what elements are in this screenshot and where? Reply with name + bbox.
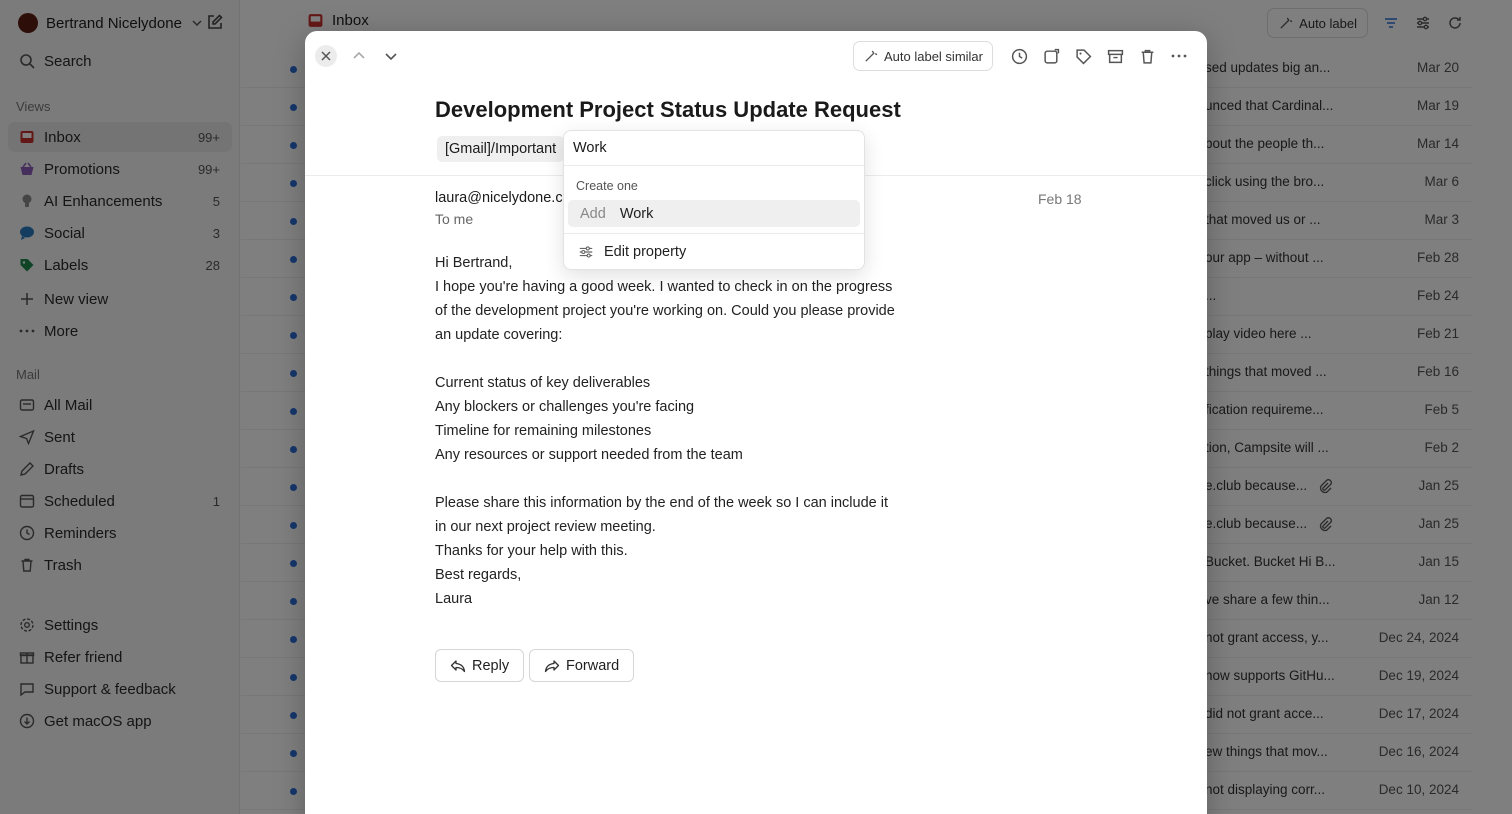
body-line: Laura xyxy=(435,591,473,607)
email-date: Feb 18 xyxy=(1038,191,1082,207)
email-subject: Development Project Status Update Reques… xyxy=(435,97,901,122)
create-heading: Create one xyxy=(576,179,638,193)
edit-property-option[interactable]: Edit property xyxy=(578,244,686,260)
reply-button[interactable]: Reply xyxy=(435,649,525,682)
auto-label-similar-button[interactable]: Auto label similar xyxy=(853,41,993,71)
body-line: an update covering: xyxy=(435,327,563,343)
magic-wand-icon xyxy=(865,50,878,62)
trash-icon xyxy=(1141,49,1153,64)
more-actions-button[interactable] xyxy=(1169,46,1189,66)
body-line: Any blockers or challenges you're facing xyxy=(435,399,695,415)
next-email-button[interactable] xyxy=(382,47,400,65)
reply-label: Reply xyxy=(472,657,510,674)
popover-divider xyxy=(564,233,864,234)
add-label-option[interactable]: Add Work xyxy=(568,200,860,227)
delete-button[interactable] xyxy=(1137,46,1157,66)
forward-icon xyxy=(544,659,560,672)
forward-label: Forward xyxy=(566,657,620,674)
label-popover: Work Create one Add Work Edit property xyxy=(563,130,865,270)
move-to-icon xyxy=(1043,48,1059,64)
sliders-icon xyxy=(579,246,593,258)
new-label-name: Work xyxy=(619,205,654,222)
label-chip[interactable]: [Gmail]/Important xyxy=(437,136,565,162)
popover-divider xyxy=(564,165,864,166)
previous-email-button[interactable] xyxy=(350,47,368,65)
reply-icon xyxy=(450,659,466,672)
auto-label-similar-text: Auto label similar xyxy=(884,48,983,64)
label-button[interactable] xyxy=(1073,46,1093,66)
body-line: I hope you're having a good week. I want… xyxy=(435,279,893,295)
body-line: in our next project review meeting. xyxy=(435,519,656,535)
archive-button[interactable] xyxy=(1105,46,1125,66)
body-line: Best regards, xyxy=(435,567,522,583)
body-line: Any resources or support needed from the… xyxy=(435,447,743,463)
body-line: Thanks for your help with this. xyxy=(435,543,628,559)
snooze-button[interactable] xyxy=(1009,46,1029,66)
body-line: Please share this information by the end… xyxy=(435,495,888,511)
more-dots-icon xyxy=(1171,54,1187,58)
body-line: Timeline for remaining milestones xyxy=(435,423,652,439)
body-line: Hi Bertrand, xyxy=(435,255,513,271)
tag-icon xyxy=(1075,48,1091,64)
clock-icon xyxy=(1011,48,1027,64)
forward-button[interactable]: Forward xyxy=(529,649,635,682)
close-icon xyxy=(321,51,331,61)
body-line: of the development project you're workin… xyxy=(435,303,895,319)
archive-icon xyxy=(1107,49,1123,63)
body-line: Current status of key deliverables xyxy=(435,375,651,391)
move-button[interactable] xyxy=(1041,46,1061,66)
recipient-line: To me xyxy=(435,211,474,227)
label-search-input[interactable]: Work xyxy=(573,140,607,156)
close-button[interactable] xyxy=(315,45,337,67)
add-prefix: Add xyxy=(580,205,606,222)
sender-address[interactable]: laura@nicelydone.club xyxy=(435,190,575,206)
edit-property-label: Edit property xyxy=(604,244,687,260)
